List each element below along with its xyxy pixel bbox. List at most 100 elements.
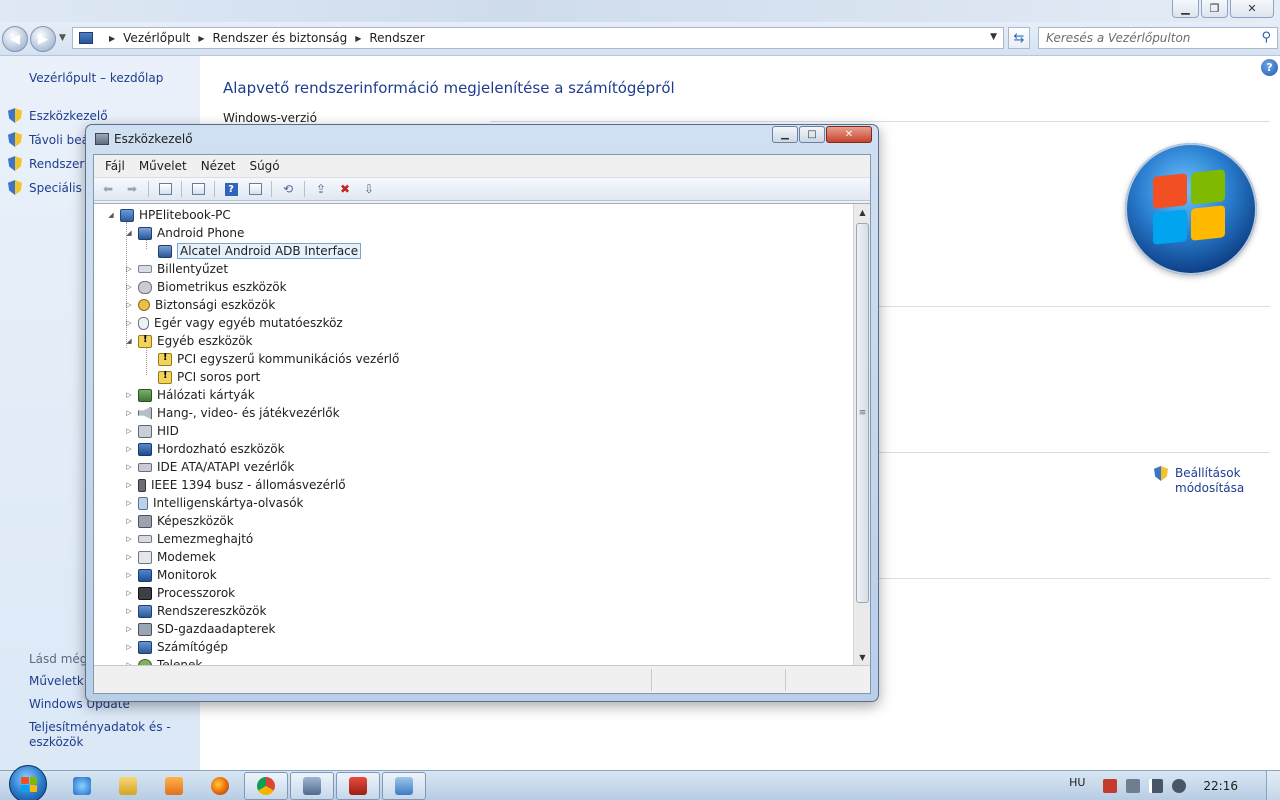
expand-arrow-icon[interactable]: ▷ bbox=[124, 553, 134, 561]
tree-node[interactable]: Alcatel Android ADB Interface bbox=[144, 242, 362, 260]
tree-node[interactable]: ▷ Számítógép bbox=[124, 638, 228, 656]
expand-arrow-icon[interactable]: ▷ bbox=[124, 481, 134, 489]
properties-icon[interactable] bbox=[188, 180, 208, 198]
media-player-icon[interactable] bbox=[152, 772, 196, 800]
menu-help[interactable]: Súgó bbox=[242, 159, 286, 173]
vertical-scrollbar[interactable]: ▲ ≡ ▼ bbox=[853, 204, 870, 665]
forward-button[interactable]: ▶ bbox=[30, 26, 56, 52]
tree-node[interactable]: ▷ Monitorok bbox=[124, 566, 216, 584]
show-desktop-button[interactable] bbox=[1266, 771, 1280, 800]
see-also-link[interactable]: Teljesítményadatok és -eszközök bbox=[29, 720, 189, 750]
collapse-arrow-icon[interactable]: ◢ bbox=[124, 229, 134, 237]
tree-node[interactable]: ◢ Egyéb eszközök bbox=[124, 332, 252, 350]
ie-icon[interactable] bbox=[60, 772, 104, 800]
tree-node[interactable]: ▷ Hálózati kártyák bbox=[124, 386, 254, 404]
action-center-icon[interactable] bbox=[1103, 779, 1118, 793]
tree-node[interactable]: ▷ Processzorok bbox=[124, 584, 235, 602]
change-settings-link[interactable]: Beállítások módosítása bbox=[1154, 466, 1255, 496]
help-icon[interactable]: ? bbox=[1261, 59, 1278, 76]
tree-node[interactable]: ◢ HPElitebook-PC bbox=[106, 206, 231, 224]
sidebar-link-device-manager[interactable]: Eszközkezelő bbox=[8, 108, 108, 123]
control-panel-home-link[interactable]: Vezérlőpult – kezdőlap bbox=[29, 71, 163, 85]
tree-node[interactable]: ▷ IDE ATA/ATAPI vezérlők bbox=[124, 458, 294, 476]
expand-arrow-icon[interactable]: ▷ bbox=[124, 427, 134, 435]
menu-view[interactable]: Nézet bbox=[194, 159, 243, 173]
chrome-icon[interactable] bbox=[244, 772, 288, 800]
device-manager-icon[interactable] bbox=[290, 772, 334, 800]
recent-pages-dropdown[interactable]: ▼ bbox=[59, 33, 66, 43]
breadcrumb-item[interactable]: Vezérlőpult bbox=[123, 31, 190, 45]
expand-arrow-icon[interactable]: ▷ bbox=[124, 301, 134, 309]
minimize-button[interactable]: ▁ bbox=[1172, 0, 1199, 18]
action-pane-icon[interactable] bbox=[245, 180, 265, 198]
control-panel-icon[interactable] bbox=[382, 772, 426, 800]
tree-node[interactable]: ▷ Képeszközök bbox=[124, 512, 233, 530]
expand-arrow-icon[interactable]: ▷ bbox=[124, 265, 134, 273]
tree-node[interactable]: ◢ Android Phone bbox=[124, 224, 244, 242]
uninstall-icon[interactable]: ✖ bbox=[335, 180, 355, 198]
network-signal-icon[interactable] bbox=[1149, 779, 1164, 793]
minimize-button[interactable]: ▁ bbox=[772, 126, 798, 143]
menu-action[interactable]: Művelet bbox=[132, 159, 194, 173]
expand-arrow-icon[interactable]: ▷ bbox=[124, 499, 134, 507]
expand-arrow-icon[interactable]: ▷ bbox=[124, 445, 134, 453]
address-bar[interactable]: ▶ Vezérlőpult ▶ Rendszer és biztonság ▶ … bbox=[72, 27, 1004, 49]
tree-node[interactable]: ▷ Rendszereszközök bbox=[124, 602, 266, 620]
tree-node[interactable]: ▷ Billentyűzet bbox=[124, 260, 228, 278]
expand-arrow-icon[interactable]: ▷ bbox=[124, 589, 134, 597]
scroll-thumb[interactable]: ≡ bbox=[856, 223, 869, 603]
tree-node[interactable]: ▷ SD-gazdaadapterek bbox=[124, 620, 275, 638]
update-driver-icon[interactable]: ⇪ bbox=[311, 180, 331, 198]
tree-node[interactable]: ▷ IEEE 1394 busz - állomásvezérlő bbox=[124, 476, 345, 494]
show-hide-console-tree-icon[interactable] bbox=[155, 180, 175, 198]
tree-node[interactable]: ▷ Biztonsági eszközök bbox=[124, 296, 275, 314]
search-icon[interactable]: ⚲ bbox=[1261, 30, 1271, 45]
expand-arrow-icon[interactable]: ▷ bbox=[124, 607, 134, 615]
expand-arrow-icon[interactable]: ▷ bbox=[124, 409, 134, 417]
tree-node[interactable]: ▷ Biometrikus eszközök bbox=[124, 278, 286, 296]
expand-arrow-icon[interactable]: ▷ bbox=[124, 625, 134, 633]
app-icon[interactable] bbox=[336, 772, 380, 800]
address-dropdown-icon[interactable]: ▼ bbox=[990, 32, 997, 42]
refresh-button[interactable]: ⇆ bbox=[1008, 27, 1030, 49]
menu-file[interactable]: Fájl bbox=[98, 159, 132, 173]
tree-node[interactable]: PCI egyszerű kommunikációs vezérlő bbox=[144, 350, 399, 368]
scan-hardware-icon[interactable]: ⟲ bbox=[278, 180, 298, 198]
tree-node[interactable]: ▷ Modemek bbox=[124, 548, 215, 566]
expand-arrow-icon[interactable]: ▷ bbox=[124, 319, 134, 327]
help-icon[interactable]: ? bbox=[221, 180, 241, 198]
tree-node[interactable]: ▷ Hordozható eszközök bbox=[124, 440, 284, 458]
expand-arrow-icon[interactable]: ▷ bbox=[124, 517, 134, 525]
disable-device-icon[interactable]: ⇩ bbox=[359, 180, 379, 198]
volume-icon[interactable] bbox=[1172, 779, 1187, 793]
tree-node[interactable]: ▷ Telenek bbox=[124, 656, 202, 665]
firefox-icon[interactable] bbox=[198, 772, 242, 800]
expand-arrow-icon[interactable]: ▷ bbox=[124, 643, 134, 651]
forward-arrow-icon[interactable]: ➡ bbox=[122, 180, 142, 198]
close-button[interactable]: ✕ bbox=[826, 126, 872, 143]
tree-node[interactable]: ▷ Intelligenskártya-olvasók bbox=[124, 494, 303, 512]
back-arrow-icon[interactable]: ⬅ bbox=[98, 180, 118, 198]
power-icon[interactable] bbox=[1126, 779, 1141, 793]
expand-arrow-icon[interactable]: ▷ bbox=[124, 391, 134, 399]
expand-arrow-icon[interactable]: ▷ bbox=[124, 463, 134, 471]
tree-node[interactable]: ▷ HID bbox=[124, 422, 179, 440]
back-button[interactable]: ◀ bbox=[2, 26, 28, 52]
tree-node[interactable]: ▷ Egér vagy egyéb mutatóeszköz bbox=[124, 314, 342, 332]
restore-button[interactable]: ❐ bbox=[1201, 0, 1228, 18]
expand-arrow-icon[interactable]: ▷ bbox=[124, 571, 134, 579]
tree-node[interactable]: PCI soros port bbox=[144, 368, 260, 386]
start-button[interactable] bbox=[9, 765, 47, 800]
language-indicator[interactable]: HU bbox=[1069, 776, 1085, 789]
tree-node[interactable]: ▷ Lemezmeghajtó bbox=[124, 530, 253, 548]
collapse-arrow-icon[interactable]: ◢ bbox=[106, 211, 116, 219]
clock[interactable]: 22:16 bbox=[1203, 779, 1238, 793]
scroll-down-icon[interactable]: ▼ bbox=[854, 649, 870, 665]
maximize-button[interactable]: □ bbox=[799, 126, 825, 143]
sidebar-link-remote[interactable]: Távoli beá bbox=[8, 132, 89, 147]
collapse-arrow-icon[interactable]: ◢ bbox=[124, 337, 134, 345]
expand-arrow-icon[interactable]: ▷ bbox=[124, 283, 134, 291]
tree-node[interactable]: ▷ Hang-, video- és játékvezérlők bbox=[124, 404, 339, 422]
breadcrumb-item[interactable]: Rendszer bbox=[369, 31, 424, 45]
expand-arrow-icon[interactable]: ▷ bbox=[124, 535, 134, 543]
